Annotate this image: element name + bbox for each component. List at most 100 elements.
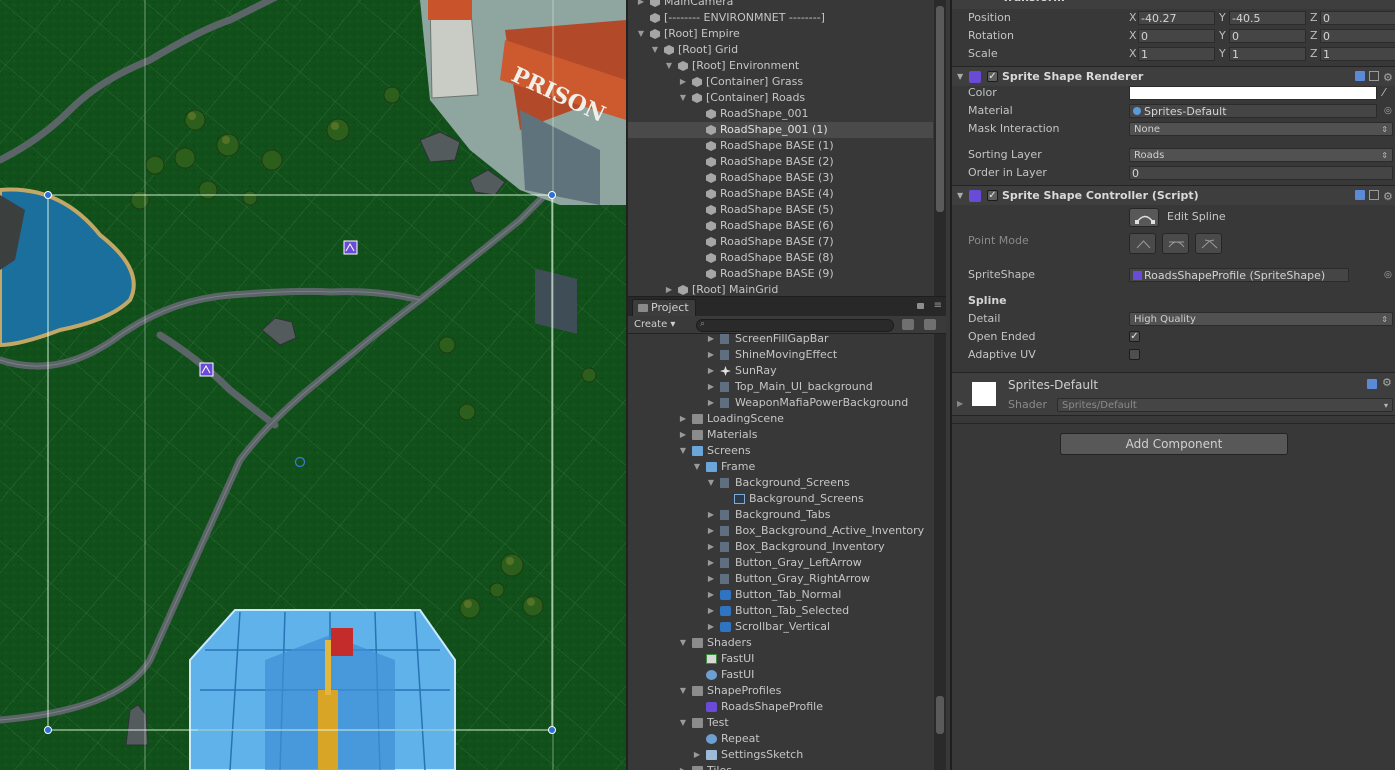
project-item[interactable]: ▶ LoadingScene	[628, 411, 936, 427]
hierarchy-item[interactable]: RoadShape BASE (3)	[628, 170, 933, 186]
expand-down-icon[interactable]: ▼	[692, 459, 702, 475]
expand-right-icon[interactable]: ▶	[706, 507, 716, 523]
expand-down-icon[interactable]: ▼	[706, 475, 716, 491]
hierarchy-item[interactable]: ▼ [Root] Environment	[628, 58, 933, 74]
eyedropper-icon[interactable]: ⁄	[1383, 84, 1385, 102]
expand-down-icon[interactable]: ▼	[678, 90, 688, 106]
position-z-field[interactable]: 0	[1320, 11, 1395, 25]
hierarchy-item[interactable]: [-------- ENVIRONMNET --------]	[628, 10, 933, 26]
scene-view[interactable]: PRISON	[0, 0, 626, 770]
detail-dropdown[interactable]: High Quality ⇕	[1129, 312, 1393, 326]
hierarchy-item[interactable]: RoadShape BASE (8)	[628, 250, 933, 266]
add-component-button[interactable]: Add Component	[1060, 433, 1288, 455]
expand-right-icon[interactable]: ▶	[678, 763, 688, 770]
expand-right-icon[interactable]: ▶	[706, 523, 716, 539]
hierarchy-item[interactable]: RoadShape_001 (1)	[628, 122, 933, 138]
project-item[interactable]: FastUI	[628, 667, 936, 683]
expand-right-icon[interactable]: ▶	[664, 282, 674, 296]
project-item[interactable]: ▶ Button_Gray_RightArrow	[628, 571, 936, 587]
expand-down-icon[interactable]: ▼	[678, 635, 688, 651]
project-item[interactable]: ▼ Background_Screens	[628, 475, 936, 491]
hierarchy-item[interactable]: RoadShape BASE (6)	[628, 218, 933, 234]
project-item[interactable]: ▶ Top_Main_UI_background	[628, 379, 936, 395]
project-tab[interactable]: Project	[632, 299, 696, 317]
gear-icon[interactable]: ⚙	[1382, 376, 1392, 389]
spriteshape-field[interactable]: RoadsShapeProfile (SpriteShape)	[1129, 268, 1349, 282]
project-item[interactable]: ▶ Background_Tabs	[628, 507, 936, 523]
project-item[interactable]: Background_Screens	[628, 491, 936, 507]
order-in-layer-field[interactable]: 0	[1129, 166, 1393, 180]
expand-down-icon[interactable]: ▼	[650, 42, 660, 58]
rotation-z-field[interactable]: 0	[1320, 29, 1395, 43]
hierarchy-item[interactable]: RoadShape BASE (2)	[628, 154, 933, 170]
expand-down-icon[interactable]: ▼	[678, 683, 688, 699]
foldout-arrow-icon[interactable]: ▶	[957, 399, 963, 408]
project-scrollbar[interactable]	[934, 334, 946, 770]
expand-right-icon[interactable]: ▶	[678, 427, 688, 443]
expand-right-icon[interactable]: ▶	[706, 395, 716, 411]
expand-right-icon[interactable]: ▶	[706, 331, 716, 347]
project-item[interactable]: ▶ Materials	[628, 427, 936, 443]
object-picker-icon[interactable]: ◎	[1384, 102, 1392, 120]
project-item[interactable]: RoadsShapeProfile	[628, 699, 936, 715]
object-picker-icon[interactable]: ◎	[1384, 266, 1392, 284]
hierarchy-item[interactable]: ▼ [Root] Empire	[628, 26, 933, 42]
material-field[interactable]: Sprites-Default	[1129, 104, 1377, 118]
create-button[interactable]: Create ▾	[634, 318, 675, 332]
lock-icon[interactable]	[917, 303, 924, 309]
open-ended-checkbox[interactable]: ✓	[1129, 331, 1140, 342]
expand-right-icon[interactable]: ▶	[678, 411, 688, 427]
project-item[interactable]: ▶ Button_Tab_Normal	[628, 587, 936, 603]
point-mode-linear-button[interactable]	[1129, 233, 1156, 254]
expand-right-icon[interactable]: ▶	[706, 539, 716, 555]
project-item[interactable]: ▶ WeaponMafiaPowerBackground	[628, 395, 936, 411]
position-x-field[interactable]: -40.27	[1138, 11, 1215, 25]
mask-interaction-dropdown[interactable]: None ⇕	[1129, 122, 1393, 136]
sorting-layer-dropdown[interactable]: Roads ⇕	[1129, 148, 1393, 162]
project-item[interactable]: ▼ ShapeProfiles	[628, 683, 936, 699]
color-swatch[interactable]	[1129, 86, 1377, 100]
hierarchy-item[interactable]: RoadShape_001	[628, 106, 933, 122]
inspector-panel[interactable]: Transform Position X -40.27 Y -40.5 Z 0 …	[950, 0, 1395, 770]
rotation-x-field[interactable]: 0	[1138, 29, 1215, 43]
hierarchy-panel[interactable]: ▶ MainCamera [-------- ENVIRONMNET -------…	[626, 0, 946, 296]
filter-label-icon[interactable]	[924, 319, 936, 330]
sprite-shape-controller-header[interactable]: ▼ ✓ Sprite Shape Controller (Script) ⚙	[952, 185, 1395, 205]
edit-spline-button[interactable]	[1129, 208, 1159, 227]
help-book-icon[interactable]	[1355, 71, 1365, 81]
expand-right-icon[interactable]: ▶	[692, 747, 702, 763]
project-item[interactable]: ▶ Box_Background_Inventory	[628, 539, 936, 555]
scale-y-field[interactable]: 1	[1229, 47, 1306, 61]
project-item[interactable]: ▶ SunRay	[628, 363, 936, 379]
project-item[interactable]: ▶ Button_Tab_Selected	[628, 603, 936, 619]
expand-down-icon[interactable]: ▼	[636, 26, 646, 42]
project-item[interactable]: ▶ Tiles	[628, 763, 936, 770]
project-item[interactable]: ▶ SettingsSketch	[628, 747, 936, 763]
foldout-arrow-icon[interactable]: ▼	[957, 186, 963, 206]
point-mode-continuous-button[interactable]	[1162, 233, 1189, 254]
hierarchy-item[interactable]: ▼ [Root] Grid	[628, 42, 933, 58]
position-y-field[interactable]: -40.5	[1229, 11, 1306, 25]
project-item[interactable]: Repeat	[628, 731, 936, 747]
expand-right-icon[interactable]: ▶	[706, 619, 716, 635]
help-book-icon[interactable]	[1355, 190, 1365, 200]
controller-enabled-checkbox[interactable]: ✓	[987, 190, 998, 201]
expand-right-icon[interactable]: ▶	[706, 587, 716, 603]
expand-right-icon[interactable]: ▶	[706, 571, 716, 587]
adaptive-uv-checkbox[interactable]	[1129, 349, 1140, 360]
expand-right-icon[interactable]: ▶	[706, 379, 716, 395]
expand-down-icon[interactable]: ▼	[664, 58, 674, 74]
transform-header[interactable]: Transform	[952, 0, 1395, 9]
hierarchy-item[interactable]: RoadShape BASE (7)	[628, 234, 933, 250]
hierarchy-scrollbar[interactable]	[934, 0, 946, 296]
project-item[interactable]: FastUI	[628, 651, 936, 667]
expand-down-icon[interactable]: ▼	[678, 443, 688, 459]
point-mode-broken-button[interactable]	[1195, 233, 1222, 254]
hierarchy-item[interactable]: ▶ [Root] MainGrid	[628, 282, 933, 296]
expand-right-icon[interactable]: ▶	[706, 363, 716, 379]
project-item[interactable]: ▼ Screens	[628, 443, 936, 459]
project-item[interactable]: ▼ Test	[628, 715, 936, 731]
expand-right-icon[interactable]: ▶	[678, 74, 688, 90]
expand-right-icon[interactable]: ▶	[706, 347, 716, 363]
scale-x-field[interactable]: 1	[1138, 47, 1215, 61]
